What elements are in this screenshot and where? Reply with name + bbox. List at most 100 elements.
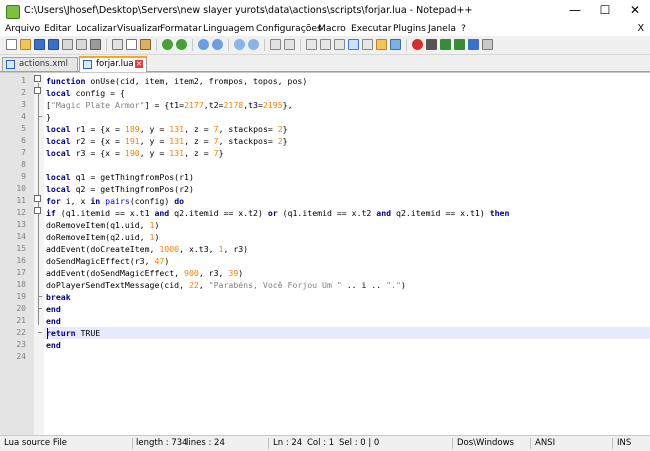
code-line[interactable]: doSendMagicEffect(r3, 47) bbox=[46, 255, 169, 267]
open-file-icon[interactable] bbox=[20, 39, 31, 50]
fold-margin bbox=[34, 73, 44, 435]
tab-close-icon[interactable]: ✕ bbox=[135, 60, 143, 68]
line-number: 4 bbox=[21, 112, 26, 121]
tab-actions-xml[interactable]: actions.xml bbox=[2, 57, 78, 71]
all-chars-icon[interactable] bbox=[320, 39, 331, 50]
menu-localizar[interactable]: Localizar bbox=[76, 23, 117, 34]
code-line[interactable]: addEvent(doCreateItem, 1000, x.t3, 1, r3… bbox=[46, 243, 248, 255]
code-line[interactable]: local config = { bbox=[46, 87, 125, 99]
notepadpp-app-icon bbox=[6, 5, 20, 19]
zoom-in-icon[interactable] bbox=[234, 39, 245, 50]
menu-janela[interactable]: Janela bbox=[428, 23, 456, 34]
save-macro-icon[interactable] bbox=[468, 39, 479, 50]
status-lines: lines : 24 bbox=[186, 438, 225, 448]
code-line[interactable]: addEvent(doSendMagicEffect, 900, r3, 39) bbox=[46, 267, 243, 279]
folder-workspace-icon[interactable] bbox=[376, 39, 387, 50]
menu-arquivo[interactable]: Arquivo bbox=[5, 23, 40, 34]
doc-map-icon[interactable] bbox=[348, 39, 359, 50]
indent-guide-icon[interactable] bbox=[334, 39, 345, 50]
code-line[interactable]: doRemoveItem(q1.uid, 1) bbox=[46, 219, 159, 231]
save-all-icon[interactable] bbox=[48, 39, 59, 50]
code-line[interactable]: local q1 = getThingfromPos(r1) bbox=[46, 171, 194, 183]
fold-marker-icon[interactable] bbox=[34, 207, 41, 214]
code-line[interactable]: for i, x in pairs(config) do bbox=[46, 195, 184, 207]
run-macro-icon[interactable] bbox=[454, 39, 465, 50]
status-insert-mode: INS bbox=[617, 438, 632, 448]
word-wrap-icon[interactable] bbox=[306, 39, 317, 50]
play-macro-icon[interactable] bbox=[440, 39, 451, 50]
close-icon[interactable] bbox=[62, 39, 73, 50]
code-line[interactable]: local r1 = {x = 189, y = 131, z = 7, sta… bbox=[46, 123, 288, 135]
code-line[interactable]: ["Magic Plate Armor"] = {t1=2177,t2=2178… bbox=[46, 99, 293, 111]
record-macro-icon[interactable] bbox=[412, 39, 423, 50]
copy-icon[interactable] bbox=[126, 39, 137, 50]
code-line[interactable]: end bbox=[46, 303, 61, 315]
zoom-out-icon[interactable] bbox=[248, 39, 259, 50]
code-line[interactable]: end bbox=[46, 339, 61, 351]
save-icon[interactable] bbox=[34, 39, 45, 50]
close-document-button[interactable]: X bbox=[637, 23, 644, 34]
menu-plugins[interactable]: Plugins bbox=[393, 23, 426, 34]
paste-icon[interactable] bbox=[140, 39, 151, 50]
spell-check-icon[interactable] bbox=[482, 39, 493, 50]
code-line[interactable]: local r3 = {x = 190, y = 131, z = 7} bbox=[46, 147, 224, 159]
fold-guide bbox=[38, 83, 39, 325]
monitor-icon[interactable] bbox=[390, 39, 401, 50]
sync-v-icon[interactable] bbox=[270, 39, 281, 50]
line-number: 23 bbox=[16, 340, 26, 349]
menu-linguagem[interactable]: Linguagem bbox=[203, 23, 254, 34]
tab-forjar-lua[interactable]: forjar.lua ✕ bbox=[79, 56, 147, 72]
code-line[interactable]: function onUse(cid, item, item2, frompos… bbox=[46, 75, 307, 87]
code-area[interactable]: function onUse(cid, item, item2, frompos… bbox=[46, 73, 650, 435]
fold-end-marker bbox=[38, 296, 42, 297]
status-encoding: ANSI bbox=[535, 438, 556, 448]
code-line[interactable]: local r2 = {x = 191, y = 131, z = 7, sta… bbox=[46, 135, 288, 147]
menu-macro[interactable]: Macro bbox=[318, 23, 346, 34]
code-line[interactable]: local q2 = getThingfromPos(r2) bbox=[46, 183, 194, 195]
close-all-icon[interactable] bbox=[76, 39, 87, 50]
new-file-icon[interactable] bbox=[6, 39, 17, 50]
status-file-type: Lua source File bbox=[4, 438, 68, 448]
fold-marker-icon[interactable] bbox=[34, 87, 41, 94]
file-icon bbox=[83, 60, 92, 69]
code-line[interactable]: break bbox=[46, 291, 71, 303]
menu-bar: Arquivo Editar Localizar Visualizar Form… bbox=[0, 22, 650, 36]
code-line[interactable]: return TRUE bbox=[46, 327, 100, 339]
cut-icon[interactable] bbox=[112, 39, 123, 50]
undo-icon[interactable] bbox=[162, 39, 173, 50]
fold-marker-icon[interactable] bbox=[34, 75, 41, 82]
find-icon[interactable] bbox=[198, 39, 209, 50]
minimize-button[interactable]: — bbox=[560, 0, 590, 22]
print-icon[interactable] bbox=[90, 39, 101, 50]
fold-marker-icon[interactable] bbox=[34, 195, 41, 202]
menu-visualizar[interactable]: Visualizar bbox=[117, 23, 161, 34]
sync-h-icon[interactable] bbox=[284, 39, 295, 50]
text-caret bbox=[47, 328, 48, 339]
code-line[interactable]: doRemoveItem(q2.uid, 1) bbox=[46, 231, 159, 243]
menu-editar[interactable]: Editar bbox=[44, 23, 71, 34]
replace-icon[interactable] bbox=[212, 39, 223, 50]
menu-formatar[interactable]: Formatar bbox=[160, 23, 202, 34]
code-line[interactable]: doPlayerSendTextMessage(cid, 22, "Parabé… bbox=[46, 279, 406, 291]
fold-end-marker bbox=[38, 116, 42, 117]
menu-configuracoes[interactable]: Configurações bbox=[256, 23, 322, 34]
function-list-icon[interactable] bbox=[362, 39, 373, 50]
line-number: 1 bbox=[21, 76, 26, 85]
code-line[interactable]: if (q1.itemid == x.t1 and q2.itemid == x… bbox=[46, 207, 509, 219]
line-number: 20 bbox=[16, 304, 26, 313]
menu-help[interactable]: ? bbox=[461, 23, 466, 34]
line-number: 22 bbox=[16, 328, 26, 337]
line-number: 17 bbox=[16, 268, 26, 277]
line-number: 15 bbox=[16, 244, 26, 253]
menu-executar[interactable]: Executar bbox=[351, 23, 392, 34]
close-window-button[interactable]: ✕ bbox=[620, 0, 650, 22]
file-icon bbox=[6, 60, 15, 69]
status-col: Col : 1 bbox=[307, 438, 335, 448]
editor[interactable]: 1 2 3 4 5 6 7 8 9 10 11 12 13 14 15 16 17 18 19 20 21 22 23 24 … bbox=[0, 72, 650, 435]
code-line[interactable]: } bbox=[46, 111, 51, 123]
stop-macro-icon[interactable] bbox=[426, 39, 437, 50]
code-line[interactable]: end bbox=[46, 315, 61, 327]
redo-icon[interactable] bbox=[176, 39, 187, 50]
maximize-button[interactable]: ☐ bbox=[590, 0, 620, 22]
line-number: 2 bbox=[21, 88, 26, 97]
